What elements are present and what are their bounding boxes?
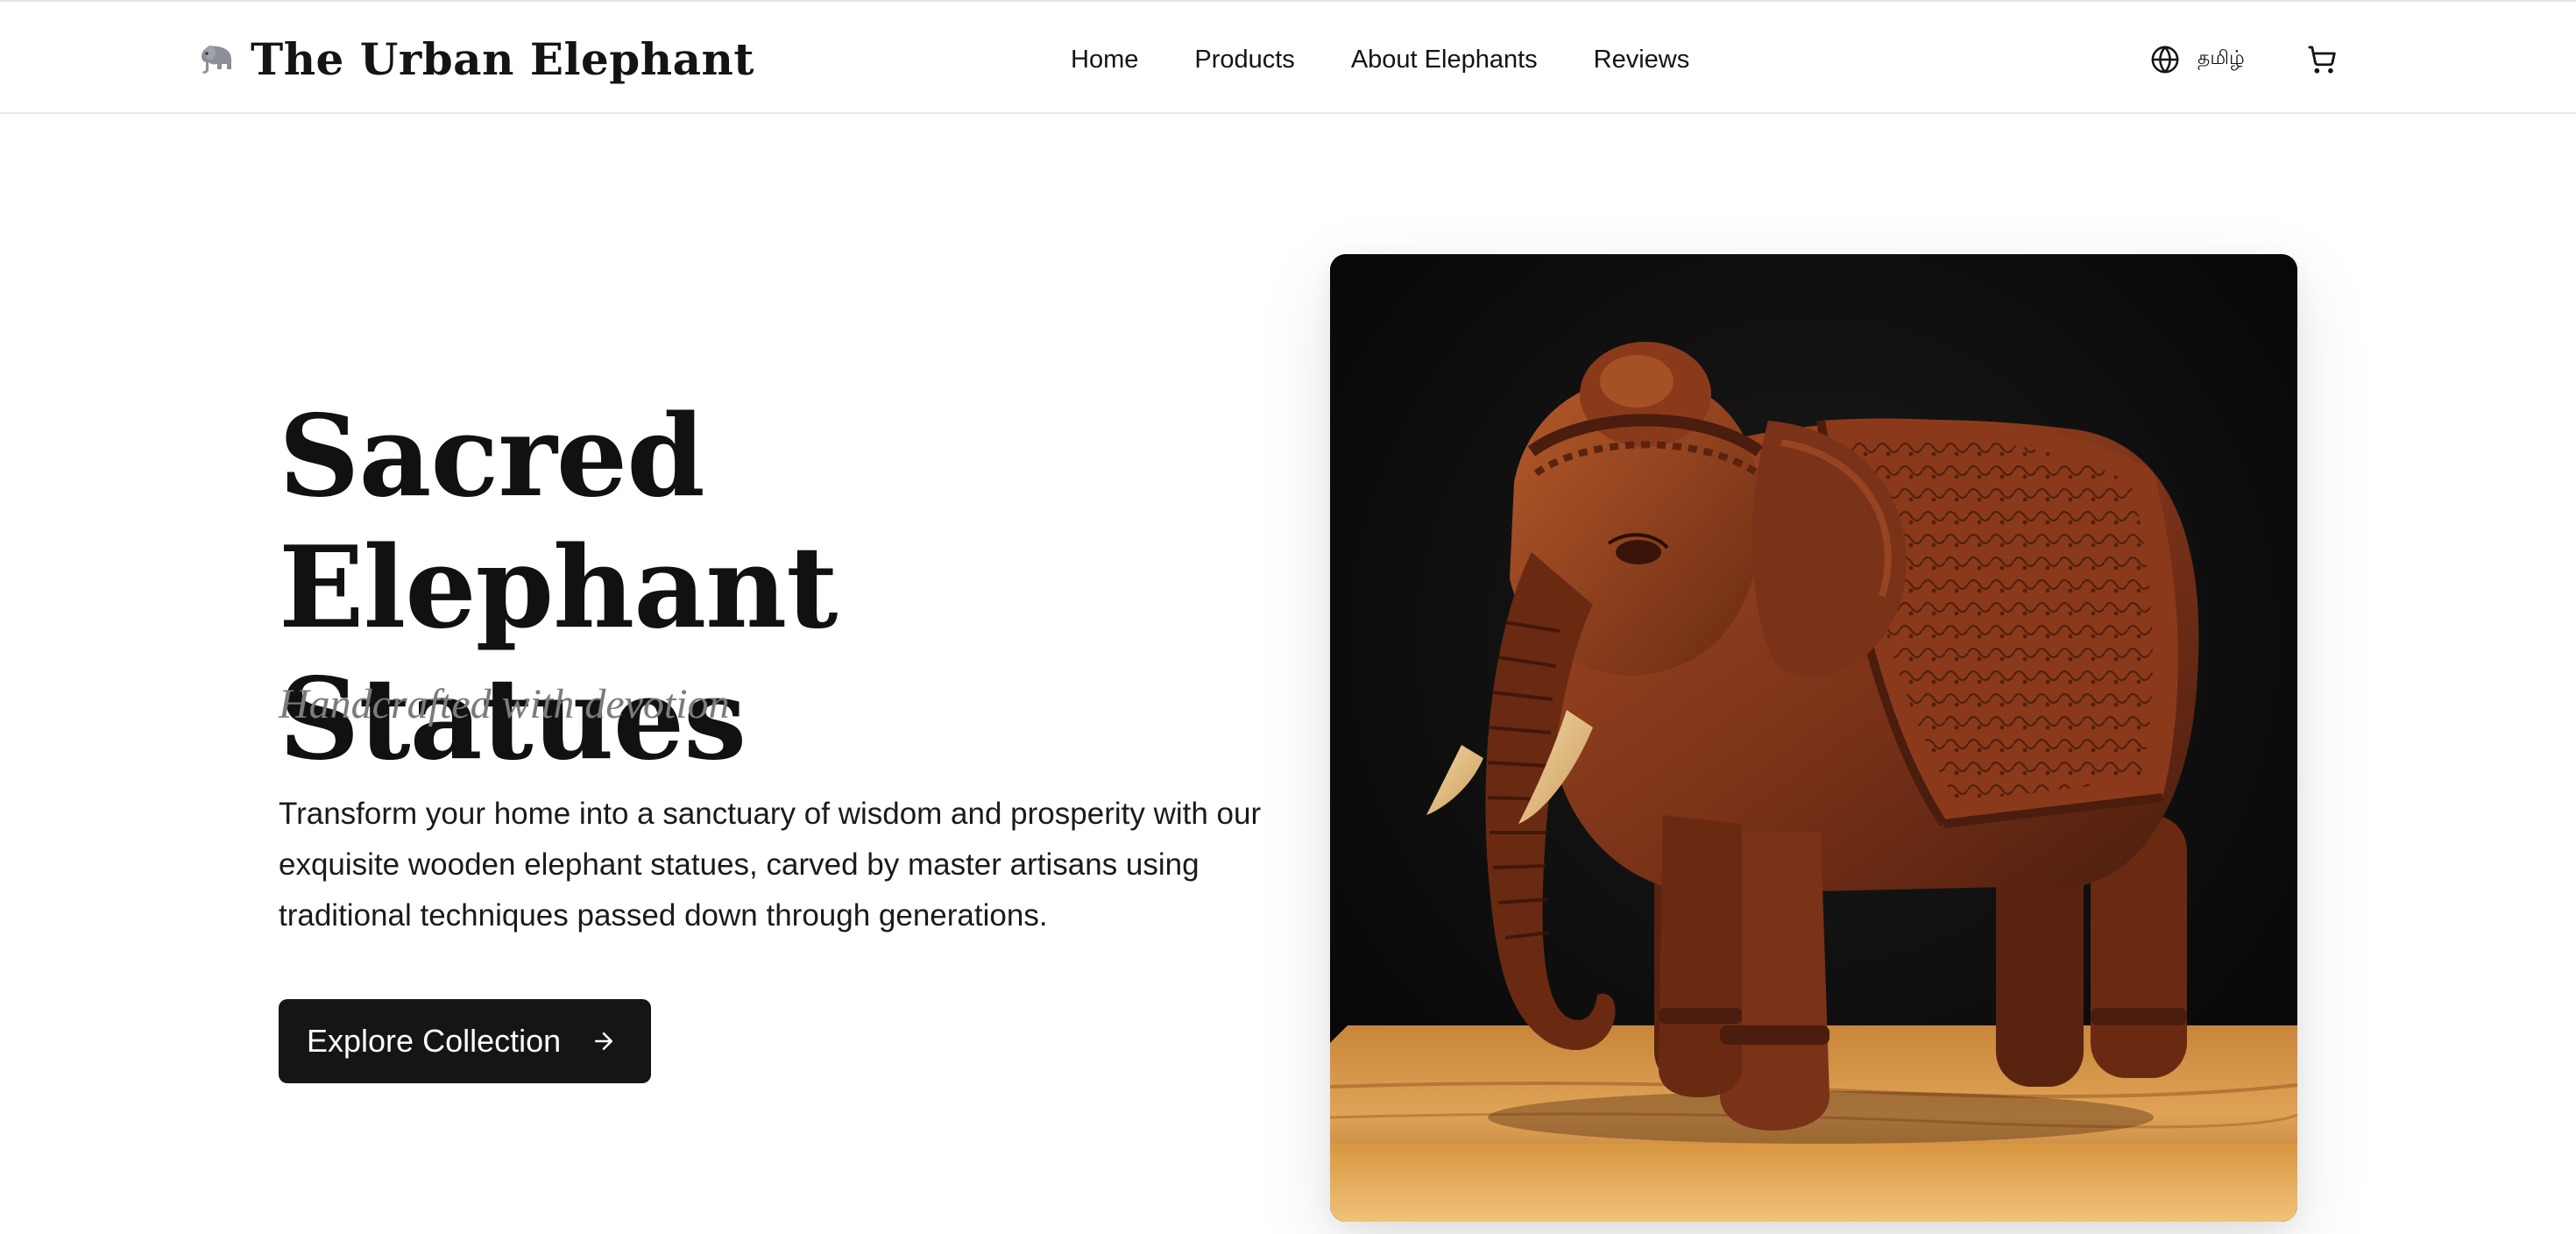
cta-label: Explore Collection [307,1023,562,1059]
language-label: தமிழ் [2197,47,2245,69]
arrow-right-icon [591,1028,617,1054]
product-image [1330,254,2297,1222]
page: The Urban Elephant Home Products About E… [0,0,2576,1234]
wooden-elephant-statue-illustration [1330,254,2297,1222]
brand-logo[interactable]: The Urban Elephant [195,28,754,89]
hero-title-line-1: Sacred Elephant [279,391,838,654]
shopping-cart-icon [2307,45,2337,74]
nav-reviews[interactable]: Reviews [1594,46,1690,74]
cart-button[interactable] [2304,42,2339,77]
hero-description: Transform your home into a sanctuary of … [279,797,1262,933]
nav-products[interactable]: Products [1194,46,1294,74]
globe-icon [2150,45,2180,74]
site-header: The Urban Elephant Home Products About E… [0,0,2576,114]
elephant-emoji-icon [195,38,237,80]
language-switcher[interactable]: தமிழ் [2150,40,2245,79]
brand-name: The Urban Elephant [251,32,754,85]
nav-home[interactable]: Home [1071,46,1138,74]
hero-subtitle: Handcrafted with devotion [279,681,730,727]
main-nav: Home Products About Elephants Reviews [1071,33,1689,86]
explore-collection-button[interactable]: Explore Collection [279,999,651,1083]
nav-about-elephants[interactable]: About Elephants [1351,46,1538,74]
